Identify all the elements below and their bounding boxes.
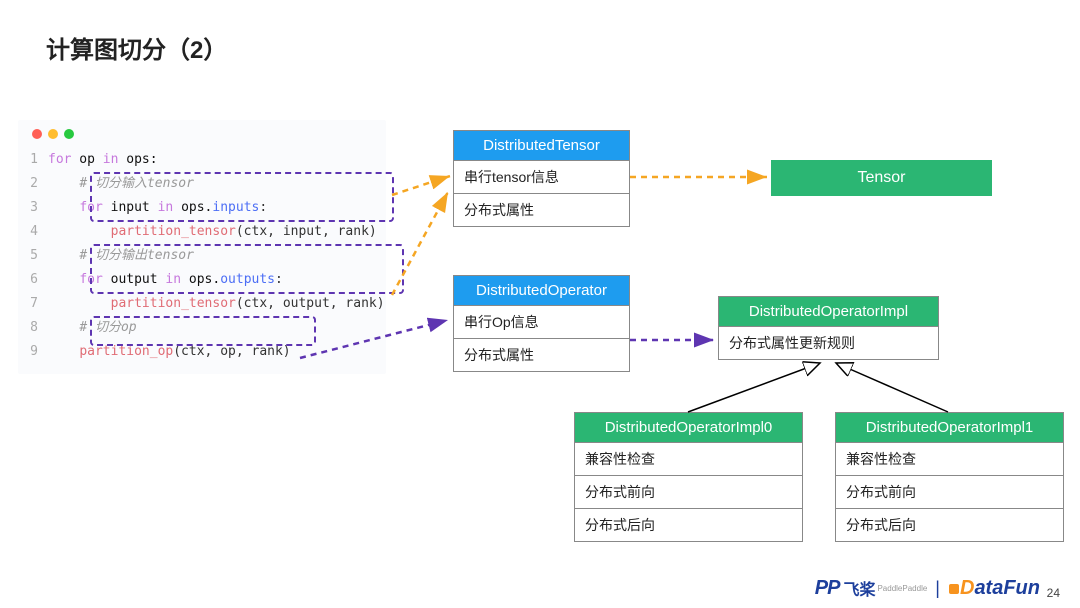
page-number: 24	[1047, 586, 1060, 600]
box-tensor: Tensor	[771, 160, 992, 196]
arrow-impl1-inherit	[836, 363, 948, 412]
minimize-icon	[48, 129, 58, 139]
paddle-text: 飞桨	[843, 576, 875, 600]
box-distributed-operator-impl: DistributedOperatorImpl 分布式属性更新规则	[718, 296, 939, 360]
code-line: 9 partition_op(ctx, op, rank)	[18, 340, 386, 364]
box-row: 串行Op信息	[454, 305, 629, 338]
paddle-logo: PP 飞桨 PaddlePaddle	[815, 576, 928, 600]
box-header: DistributedTensor	[454, 131, 629, 160]
box-distributed-tensor: DistributedTensor 串行tensor信息 分布式属性	[453, 130, 630, 227]
datafun-logo: DataFun	[948, 577, 1040, 600]
code-line: 8 # 切分op	[18, 316, 386, 340]
box-distributed-operator: DistributedOperator 串行Op信息 分布式属性	[453, 275, 630, 372]
arrow-to-tensor-2	[392, 192, 448, 295]
paddle-subtext: PaddlePaddle	[877, 584, 927, 593]
box-row: 分布式属性	[454, 338, 629, 371]
box-row: 分布式前向	[575, 475, 802, 508]
close-icon	[32, 129, 42, 139]
arrow-impl0-inherit	[688, 363, 820, 412]
box-header: DistributedOperator	[454, 276, 629, 305]
code-line: 1for op in ops:	[18, 148, 386, 172]
box-row: 分布式属性更新规则	[719, 326, 938, 359]
box-header: DistributedOperatorImpl1	[836, 413, 1063, 442]
box-header: DistributedOperatorImpl0	[575, 413, 802, 442]
code-line: 5 # 切分输出tensor	[18, 244, 386, 268]
window-controls	[18, 120, 386, 148]
slide-title: 计算图切分（2）	[46, 30, 227, 65]
code-line: 4 partition_tensor(ctx, input, rank)	[18, 220, 386, 244]
box-row: 分布式后向	[836, 508, 1063, 541]
code-panel: 1for op in ops: 2 # 切分输入tensor 3 for inp…	[18, 120, 386, 374]
footer-logos: PP 飞桨 PaddlePaddle | DataFun	[815, 576, 1040, 600]
code-line: 3 for input in ops.inputs:	[18, 196, 386, 220]
box-row: 兼容性检查	[836, 442, 1063, 475]
box-row: 串行tensor信息	[454, 160, 629, 193]
box-row: 分布式前向	[836, 475, 1063, 508]
maximize-icon	[64, 129, 74, 139]
code-line: 6 for output in ops.outputs:	[18, 268, 386, 292]
box-row: 分布式属性	[454, 193, 629, 226]
arrow-to-tensor-1	[392, 176, 450, 195]
box-header: DistributedOperatorImpl	[719, 297, 938, 326]
box-row: 分布式后向	[575, 508, 802, 541]
box-impl0: DistributedOperatorImpl0 兼容性检查 分布式前向 分布式…	[574, 412, 803, 542]
paddle-mark-icon: PP	[815, 577, 840, 600]
box-impl1: DistributedOperatorImpl1 兼容性检查 分布式前向 分布式…	[835, 412, 1064, 542]
box-header: Tensor	[857, 169, 905, 187]
datafun-square-icon	[949, 584, 959, 594]
code-line: 2 # 切分输入tensor	[18, 172, 386, 196]
logo-separator: |	[935, 578, 940, 599]
code-line: 7 partition_tensor(ctx, output, rank)	[18, 292, 386, 316]
box-row: 兼容性检查	[575, 442, 802, 475]
